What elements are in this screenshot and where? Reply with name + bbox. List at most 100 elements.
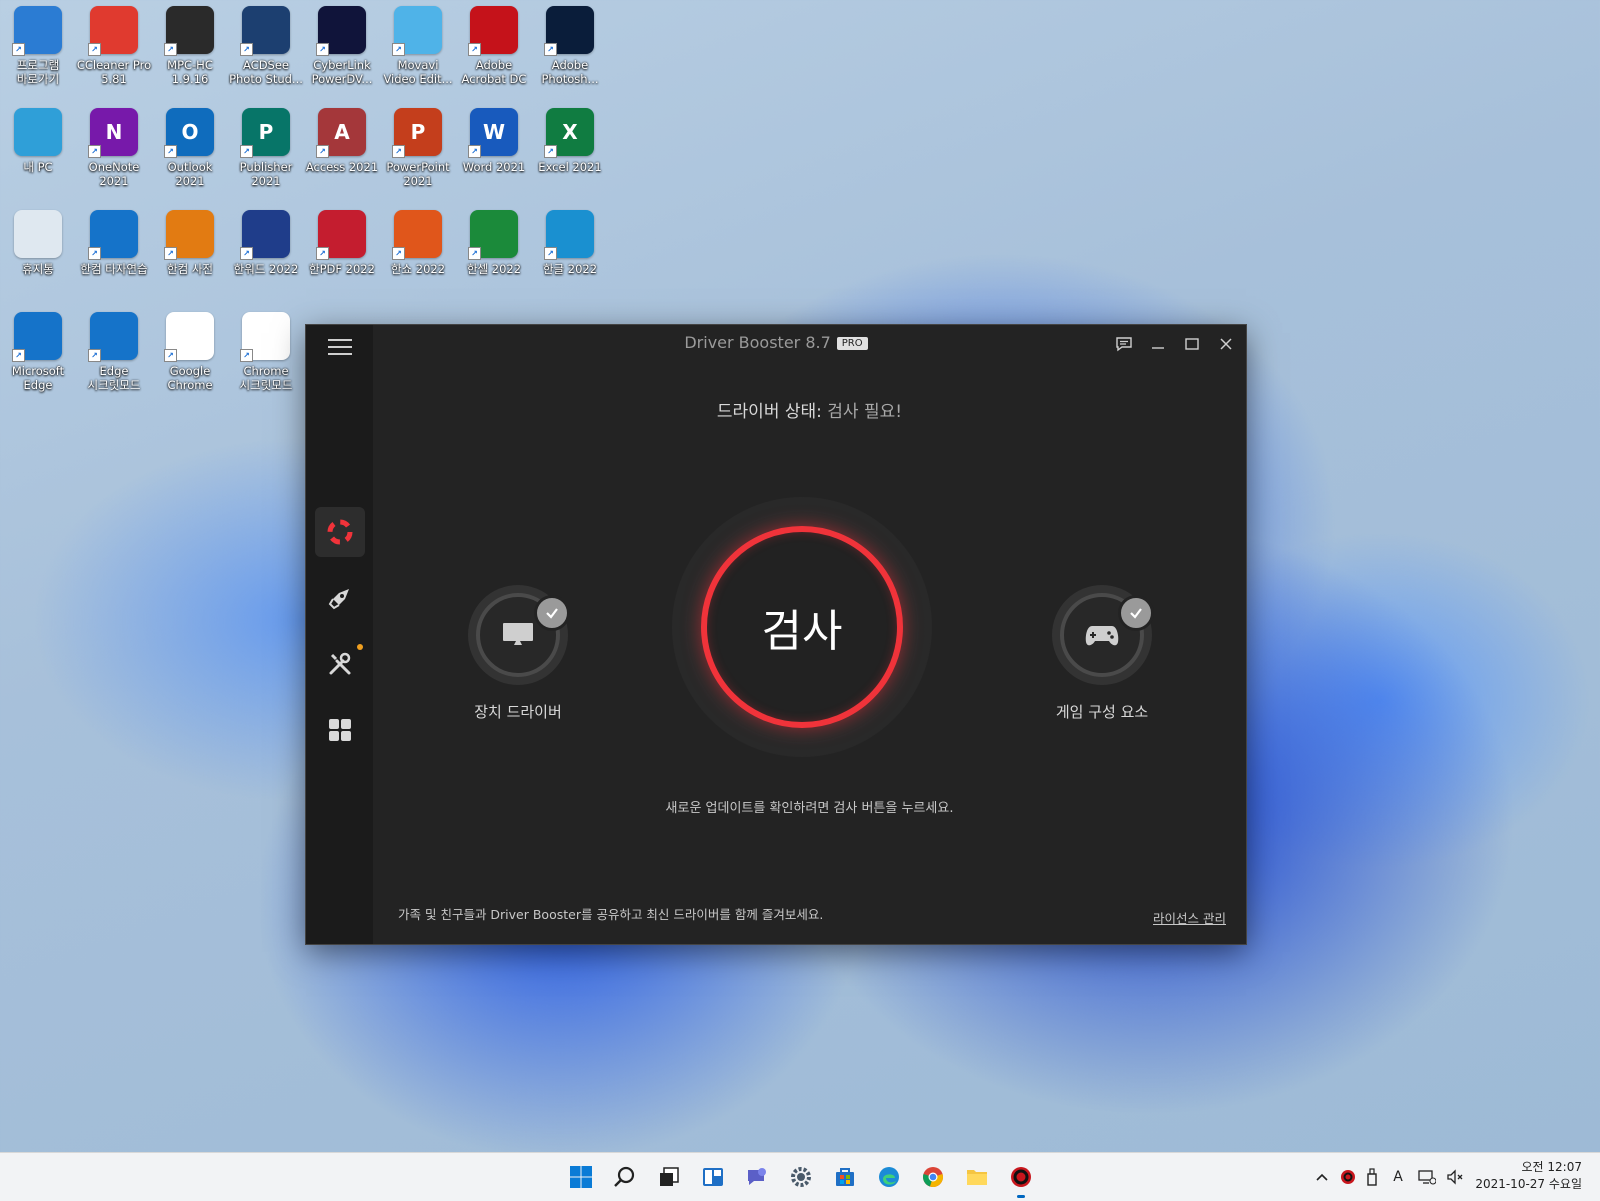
desktop-icon-7[interactable]: ↗ Adobe Photosh... <box>532 6 608 98</box>
edge-taskbar-button[interactable] <box>873 1161 905 1193</box>
ime-indicator[interactable]: A <box>1388 1167 1408 1187</box>
recycle-bin-icon <box>14 210 62 258</box>
hancom-dictionary-icon: ↗ <box>164 210 214 260</box>
status-value: 검사 필요! <box>827 402 903 422</box>
chrome-icon: ↗ <box>164 312 214 362</box>
word-icon: W ↗ <box>468 108 518 158</box>
chat-button[interactable] <box>741 1161 773 1193</box>
shortcut-arrow-icon: ↗ <box>88 145 101 158</box>
shortcut-arrow-icon: ↗ <box>544 145 557 158</box>
device-driver-feature[interactable]: 장치 드라이버 <box>453 585 583 722</box>
icon-glyph: A <box>334 120 350 144</box>
shortcut-arrow-icon: ↗ <box>12 43 25 56</box>
desktop-icon-label: 한셀 2022 <box>466 262 522 276</box>
desktop-icon-14[interactable]: W ↗ Word 2021 <box>456 108 532 200</box>
desktop-icon-10[interactable]: O ↗ Outlook 2021 <box>152 108 228 200</box>
shortcut-arrow-icon: ↗ <box>392 145 405 158</box>
tools-icon <box>329 652 351 675</box>
nav-action-center-button[interactable] <box>315 705 365 755</box>
icon-glyph: N <box>105 120 123 144</box>
store-button[interactable] <box>829 1161 861 1193</box>
desktop-icon-24[interactable]: ↗ Microsoft Edge <box>0 312 76 404</box>
gamepad-icon <box>1085 626 1119 646</box>
monitor-icon <box>503 623 533 645</box>
task-view-button[interactable] <box>653 1161 685 1193</box>
shortcut-arrow-icon: ↗ <box>164 145 177 158</box>
shortcut-arrow-icon: ↗ <box>88 349 101 362</box>
desktop-icon-11[interactable]: P ↗ Publisher 2021 <box>228 108 304 200</box>
taskbar: A 오전 12:07 2021-10-27 수요일 <box>0 1152 1600 1201</box>
desktop-icon-label: Edge 시크릿모드 <box>87 364 141 392</box>
widgets-button[interactable] <box>697 1161 729 1193</box>
desktop-icon-18[interactable]: ↗ 한컴 사전 <box>152 210 228 302</box>
shortcut-arrow-icon: ↗ <box>316 145 329 158</box>
desktop-icon-22[interactable]: ↗ 한셀 2022 <box>456 210 532 302</box>
driver-booster-taskbar-button[interactable] <box>1005 1161 1037 1198</box>
feedback-button[interactable] <box>1112 333 1136 355</box>
desktop-icon-label: Movavi Video Edit... <box>383 58 453 86</box>
clock[interactable]: 오전 12:07 2021-10-27 수요일 <box>1475 1159 1582 1193</box>
minimize-button[interactable] <box>1146 333 1170 355</box>
close-button[interactable] <box>1214 333 1238 355</box>
maximize-button[interactable] <box>1180 333 1204 355</box>
chrome-icon: ↗ <box>240 312 290 362</box>
game-components-feature[interactable]: 게임 구성 요소 <box>1037 585 1167 722</box>
desktop-icon-16[interactable]: 휴지통 <box>0 210 76 302</box>
desktop-icon-2[interactable]: ↗ MPC-HC 1.9.16 <box>152 6 228 98</box>
desktop-icon-9[interactable]: N ↗ OneNote 2021 <box>76 108 152 200</box>
chrome-taskbar-button[interactable] <box>917 1161 949 1193</box>
driver-booster-tray-icon <box>1341 1170 1355 1184</box>
desktop-icon-label: 한PDF 2022 <box>309 262 375 276</box>
shortcut-arrow-icon: ↗ <box>88 43 101 56</box>
desktop-icon-label: 한글 2022 <box>542 262 598 276</box>
nav-boost-button[interactable] <box>315 573 365 623</box>
search-icon <box>614 1166 635 1187</box>
search-button[interactable] <box>609 1161 641 1193</box>
driver-booster-window: Driver Booster 8.7 PRO 드라이버 상태: 검사 필요! 장… <box>306 325 1246 944</box>
tray-volume[interactable] <box>1444 1167 1466 1187</box>
desktop-icon-21[interactable]: ↗ 한쇼 2022 <box>380 210 456 302</box>
desktop-icon-19[interactable]: ↗ 한워드 2022 <box>228 210 304 302</box>
shortcut-arrow-icon: ↗ <box>240 43 253 56</box>
movavi-icon: ↗ <box>392 6 442 56</box>
device-driver-label: 장치 드라이버 <box>474 703 562 721</box>
desktop-icon-label: 한쇼 2022 <box>390 262 446 276</box>
desktop-icon-0[interactable]: ↗ 프로그램 바로가기 <box>0 6 76 98</box>
shortcut-arrow-icon: ↗ <box>88 247 101 260</box>
nav-scan-button[interactable] <box>315 507 365 557</box>
gear-icon <box>791 1167 811 1187</box>
icon-glyph: P <box>258 120 274 144</box>
license-manage-link[interactable]: 라이선스 관리 <box>1153 908 1226 927</box>
desktop-icon-8[interactable]: 내 PC <box>0 108 76 200</box>
start-button[interactable] <box>565 1161 597 1193</box>
desktop-icon-17[interactable]: ↗ 한컴 타자연습 <box>76 210 152 302</box>
tray-overflow-button[interactable] <box>1312 1167 1332 1187</box>
edge-icon: ↗ <box>12 312 62 362</box>
acrobat-icon: ↗ <box>468 6 518 56</box>
outlook-icon: O ↗ <box>164 108 214 158</box>
desktop-icon-23[interactable]: ↗ 한글 2022 <box>532 210 608 302</box>
shortcut-arrow-icon: ↗ <box>468 43 481 56</box>
desktop-icon-1[interactable]: ↗ CCleaner Pro 5.81 <box>76 6 152 98</box>
desktop-icon-20[interactable]: ↗ 한PDF 2022 <box>304 210 380 302</box>
file-explorer-button[interactable] <box>961 1161 993 1193</box>
scan-button[interactable]: 검사 <box>701 526 903 728</box>
desktop-icon-label: Excel 2021 <box>538 160 602 174</box>
settings-button[interactable] <box>785 1161 817 1193</box>
desktop-icon-3[interactable]: ↗ ACDSee Photo Stud... <box>228 6 304 98</box>
desktop-icon-25[interactable]: ↗ Edge 시크릿모드 <box>76 312 152 404</box>
desktop-icon-26[interactable]: ↗ Google Chrome <box>152 312 228 404</box>
share-text[interactable]: 가족 및 친구들과 Driver Booster를 공유하고 최신 드라이버를 … <box>398 904 823 923</box>
desktop-icon-15[interactable]: X ↗ Excel 2021 <box>532 108 608 200</box>
desktop-icon-13[interactable]: P ↗ PowerPoint 2021 <box>380 108 456 200</box>
desktop-icon-27[interactable]: ↗ Chrome 시크릿모드 <box>228 312 304 404</box>
tray-usb[interactable] <box>1362 1167 1382 1187</box>
edge-icon <box>879 1167 899 1187</box>
desktop-icon-4[interactable]: ↗ CyberLink PowerDV... <box>304 6 380 98</box>
desktop-icon-label: MPC-HC 1.9.16 <box>167 58 213 86</box>
desktop-icon-12[interactable]: A ↗ Access 2021 <box>304 108 380 200</box>
tray-driver-booster[interactable] <box>1338 1167 1358 1187</box>
desktop-icon-6[interactable]: ↗ Adobe Acrobat DC <box>456 6 532 98</box>
desktop-icon-5[interactable]: ↗ Movavi Video Edit... <box>380 6 456 98</box>
tray-network[interactable] <box>1416 1167 1438 1187</box>
